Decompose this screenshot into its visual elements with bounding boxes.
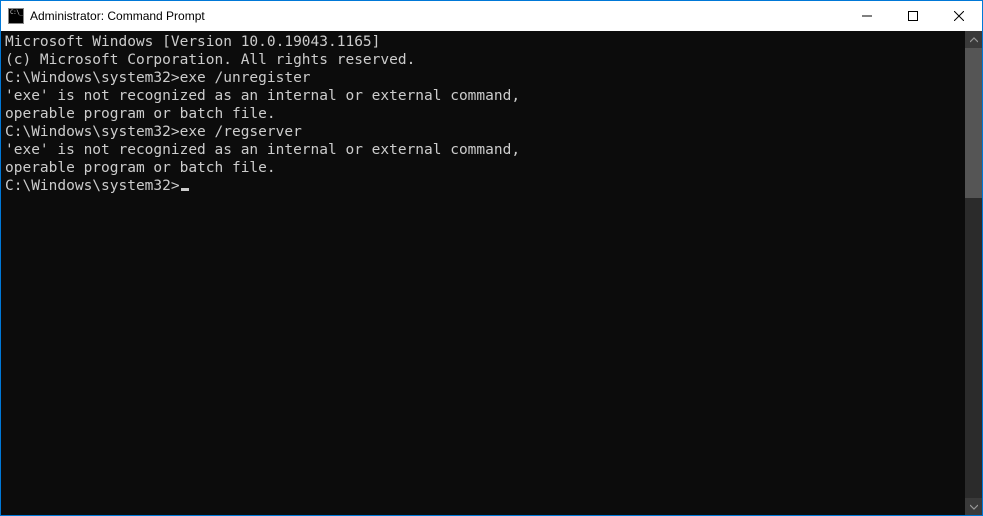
cursor <box>181 188 189 191</box>
maximize-button[interactable] <box>890 1 936 31</box>
close-button[interactable] <box>936 1 982 31</box>
window-frame: Administrator: Command Prompt Microsoft … <box>1 1 982 515</box>
scroll-down-button[interactable] <box>965 498 982 515</box>
terminal-line: Microsoft Windows [Version 10.0.19043.11… <box>5 33 961 51</box>
chevron-up-icon <box>970 36 978 44</box>
client-area: Microsoft Windows [Version 10.0.19043.11… <box>1 31 982 515</box>
terminal-output[interactable]: Microsoft Windows [Version 10.0.19043.11… <box>1 31 965 515</box>
terminal-line: operable program or batch file. <box>5 105 961 123</box>
window-title: Administrator: Command Prompt <box>30 9 844 23</box>
scroll-up-button[interactable] <box>965 31 982 48</box>
scrollbar-track[interactable] <box>965 48 982 498</box>
app-icon <box>8 8 24 24</box>
terminal-line: (c) Microsoft Corporation. All rights re… <box>5 51 961 69</box>
terminal-line: operable program or batch file. <box>5 159 961 177</box>
maximize-icon <box>908 11 918 21</box>
terminal-line: 'exe' is not recognized as an internal o… <box>5 87 961 105</box>
terminal-line: 'exe' is not recognized as an internal o… <box>5 141 961 159</box>
minimize-icon <box>862 11 872 21</box>
titlebar[interactable]: Administrator: Command Prompt <box>1 1 982 31</box>
window-controls <box>844 1 982 31</box>
scrollbar-thumb[interactable] <box>965 48 982 198</box>
terminal-line: C:\Windows\system32> <box>5 177 961 195</box>
minimize-button[interactable] <box>844 1 890 31</box>
close-icon <box>954 11 964 21</box>
terminal-line: C:\Windows\system32>exe /unregister <box>5 69 961 87</box>
terminal-line: C:\Windows\system32>exe /regserver <box>5 123 961 141</box>
vertical-scrollbar[interactable] <box>965 31 982 515</box>
chevron-down-icon <box>970 503 978 511</box>
